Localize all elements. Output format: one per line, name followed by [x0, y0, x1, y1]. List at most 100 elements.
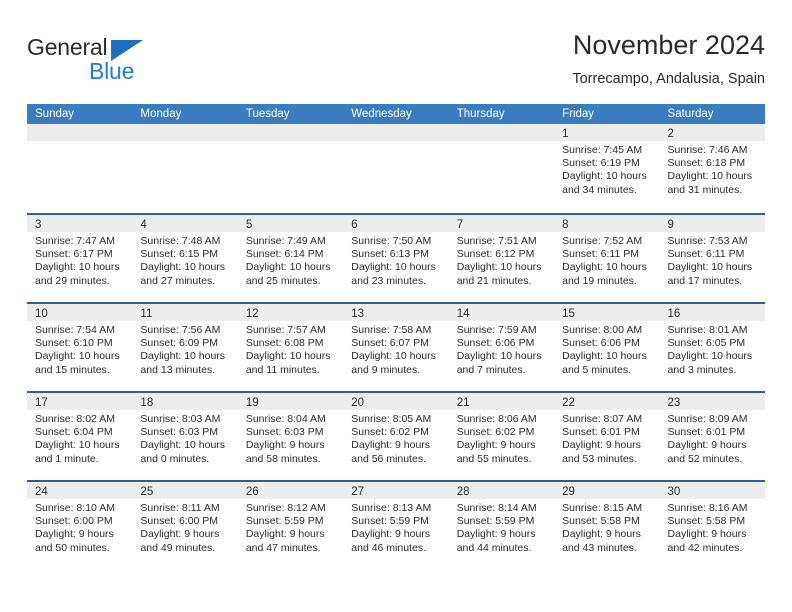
day-cell[interactable]: 16 Sunrise: 8:01 AM Sunset: 6:05 PM Dayligh…	[659, 304, 765, 391]
day-cell-empty	[27, 124, 133, 213]
day-number-strip: 15	[554, 304, 660, 321]
day-cell[interactable]: 14 Sunrise: 7:59 AM Sunset: 6:06 PM Dayligh…	[448, 304, 555, 391]
day-cell[interactable]: 6 Sunrise: 7:50 AM Sunset: 6:13 PM Daylight…	[343, 215, 449, 302]
day-cell[interactable]: 22 Sunrise: 8:07 AM Sunset: 6:01 PM Dayligh…	[554, 393, 660, 480]
day-info: Sunrise: 8:01 AM Sunset: 6:05 PM Daylight:…	[660, 321, 765, 377]
day-cell[interactable]: 19 Sunrise: 8:04 AM Sunset: 6:03 PM Dayligh…	[237, 393, 344, 480]
day-cell[interactable]: 18 Sunrise: 8:03 AM Sunset: 6:03 PM Dayligh…	[132, 393, 238, 480]
day-cell[interactable]: 1 Sunrise: 7:45 AM Sunset: 6:19 PM Daylight…	[554, 124, 660, 213]
sunset-text: Sunset: 5:58 PM	[667, 515, 746, 528]
sunrise-text: Sunrise: 8:03 AM	[140, 413, 221, 425]
day-cell[interactable]: 27 Sunrise: 8:13 AM Sunset: 5:59 PM Dayligh…	[343, 482, 449, 569]
day-cell[interactable]: 10 Sunrise: 7:54 AM Sunset: 6:10 PM Dayligh…	[27, 304, 133, 391]
sunset-text: Sunset: 6:01 PM	[562, 426, 640, 439]
day-info: Sunrise: 7:49 AM Sunset: 6:14 PM Daylight:…	[238, 232, 343, 288]
sunset-text: Sunset: 6:02 PM	[456, 426, 535, 439]
page-header: General Blue November 2024 Torrecampo, A…	[27, 28, 765, 98]
sunset-text: Sunset: 6:04 PM	[35, 426, 113, 439]
day-info: Sunrise: 8:10 AM Sunset: 6:00 PM Daylight:…	[27, 499, 132, 555]
day-cell[interactable]: 25 Sunrise: 8:11 AM Sunset: 6:00 PM Dayligh…	[132, 482, 238, 569]
day-number: 1	[562, 128, 569, 140]
day-info: Sunrise: 7:45 AM Sunset: 6:19 PM Daylight:…	[554, 141, 659, 197]
sunset-text: Sunset: 6:18 PM	[667, 157, 746, 170]
weekday-header-friday: Friday	[562, 108, 595, 120]
day-number: 12	[245, 308, 259, 320]
day-cell[interactable]: 20 Sunrise: 8:05 AM Sunset: 6:02 PM Dayligh…	[343, 393, 449, 480]
sunrise-text: Sunrise: 8:16 AM	[667, 502, 748, 514]
sunrise-text: Sunrise: 8:01 AM	[667, 324, 748, 336]
day-info: Sunrise: 8:00 AM Sunset: 6:06 PM Daylight:…	[554, 321, 659, 377]
daylight-text: Daylight: 9 hours and 49 minutes.	[140, 528, 220, 554]
sunrise-text: Sunrise: 8:07 AM	[562, 413, 643, 425]
sunset-text: Sunset: 6:11 PM	[562, 248, 639, 261]
day-cell[interactable]: 2 Sunrise: 7:46 AM Sunset: 6:18 PM Daylight…	[659, 124, 765, 213]
day-number-strip: 19	[237, 393, 344, 410]
day-number-strip	[132, 124, 238, 141]
weekday-header-row: Sunday Monday Tuesday Wednesday Thursday…	[27, 104, 765, 124]
day-number: 19	[245, 397, 259, 409]
sunset-text: Sunset: 6:05 PM	[667, 337, 746, 350]
day-cell[interactable]: 28 Sunrise: 8:14 AM Sunset: 5:59 PM Dayligh…	[448, 482, 555, 569]
day-number-strip: 4	[132, 215, 238, 232]
day-cell[interactable]: 26 Sunrise: 8:12 AM Sunset: 5:59 PM Dayligh…	[237, 482, 344, 569]
sunrise-text: Sunrise: 8:06 AM	[456, 413, 537, 425]
day-cell[interactable]: 11 Sunrise: 7:56 AM Sunset: 6:09 PM Dayligh…	[132, 304, 238, 391]
day-number: 13	[351, 308, 365, 320]
sunset-text: Sunset: 6:03 PM	[140, 426, 219, 439]
sunset-text: Sunset: 6:17 PM	[35, 248, 113, 261]
day-number-strip: 26	[237, 482, 344, 499]
day-cell[interactable]: 7 Sunrise: 7:51 AM Sunset: 6:12 PM Daylight…	[448, 215, 555, 302]
day-number: 14	[456, 308, 470, 320]
day-number: 18	[140, 397, 154, 409]
daylight-text: Daylight: 10 hours and 3 minutes.	[667, 350, 753, 376]
sunset-text: Sunset: 6:15 PM	[140, 248, 219, 261]
day-number: 24	[35, 486, 48, 498]
day-cell[interactable]: 5 Sunrise: 7:49 AM Sunset: 6:14 PM Daylight…	[237, 215, 344, 302]
day-number-strip: 11	[132, 304, 238, 321]
day-cell[interactable]: 3 Sunrise: 7:47 AM Sunset: 6:17 PM Daylight…	[27, 215, 133, 302]
day-cell[interactable]: 24 Sunrise: 8:10 AM Sunset: 6:00 PM Dayligh…	[27, 482, 133, 569]
day-number: 20	[351, 397, 365, 409]
day-cell[interactable]: 4 Sunrise: 7:48 AM Sunset: 6:15 PM Daylight…	[132, 215, 238, 302]
day-info: Sunrise: 7:51 AM Sunset: 6:12 PM Daylight:…	[449, 232, 554, 288]
sunset-text: Sunset: 6:12 PM	[456, 248, 535, 261]
day-number: 23	[667, 397, 681, 409]
day-number-strip: 24	[27, 482, 133, 499]
brand-logo[interactable]: General Blue	[27, 34, 157, 90]
day-cell[interactable]: 15 Sunrise: 8:00 AM Sunset: 6:06 PM Dayligh…	[554, 304, 660, 391]
daylight-text: Daylight: 10 hours and 7 minutes.	[456, 350, 542, 376]
day-number-strip: 13	[343, 304, 449, 321]
day-cell[interactable]: 30 Sunrise: 8:16 AM Sunset: 5:58 PM Dayligh…	[659, 482, 765, 569]
day-info: Sunrise: 8:06 AM Sunset: 6:02 PM Daylight:…	[449, 410, 554, 466]
day-number-strip: 1	[554, 124, 660, 141]
weekday-header-tuesday: Tuesday	[245, 108, 290, 120]
day-cell[interactable]: 17 Sunrise: 8:02 AM Sunset: 6:04 PM Dayligh…	[27, 393, 133, 480]
day-cell[interactable]: 12 Sunrise: 7:57 AM Sunset: 6:08 PM Dayligh…	[237, 304, 344, 391]
sunset-text: Sunset: 6:10 PM	[35, 337, 113, 350]
sunset-text: Sunset: 6:02 PM	[351, 426, 429, 439]
day-number-strip: 8	[554, 215, 660, 232]
daylight-text: Daylight: 10 hours and 23 minutes.	[351, 261, 436, 287]
day-number: 15	[562, 308, 575, 320]
day-cell[interactable]: 8 Sunrise: 7:52 AM Sunset: 6:11 PM Daylight…	[554, 215, 660, 302]
day-number-strip	[27, 124, 133, 141]
day-number-strip: 23	[659, 393, 765, 410]
day-number: 10	[35, 308, 48, 320]
day-cell[interactable]: 23 Sunrise: 8:09 AM Sunset: 6:01 PM Dayligh…	[659, 393, 765, 480]
sunrise-text: Sunrise: 8:11 AM	[140, 502, 220, 514]
daylight-text: Daylight: 10 hours and 19 minutes.	[562, 261, 647, 287]
day-info: Sunrise: 7:57 AM Sunset: 6:08 PM Daylight:…	[238, 321, 343, 377]
day-number-strip: 30	[659, 482, 765, 499]
day-cell[interactable]: 9 Sunrise: 7:53 AM Sunset: 6:11 PM Daylight…	[659, 215, 765, 302]
day-number: 29	[562, 486, 575, 498]
day-cell[interactable]: 21 Sunrise: 8:06 AM Sunset: 6:02 PM Dayligh…	[448, 393, 555, 480]
day-cell[interactable]: 29 Sunrise: 8:15 AM Sunset: 5:58 PM Dayligh…	[554, 482, 660, 569]
day-number: 6	[351, 219, 358, 231]
sunset-text: Sunset: 5:59 PM	[351, 515, 429, 528]
day-number: 28	[456, 486, 470, 498]
day-info: Sunrise: 8:13 AM Sunset: 5:59 PM Daylight:…	[343, 499, 448, 555]
day-info: Sunrise: 7:59 AM Sunset: 6:06 PM Daylight:…	[449, 321, 554, 377]
sunset-text: Sunset: 5:58 PM	[562, 515, 640, 528]
day-number-strip: 5	[237, 215, 344, 232]
day-cell[interactable]: 13 Sunrise: 7:58 AM Sunset: 6:07 PM Dayligh…	[343, 304, 449, 391]
